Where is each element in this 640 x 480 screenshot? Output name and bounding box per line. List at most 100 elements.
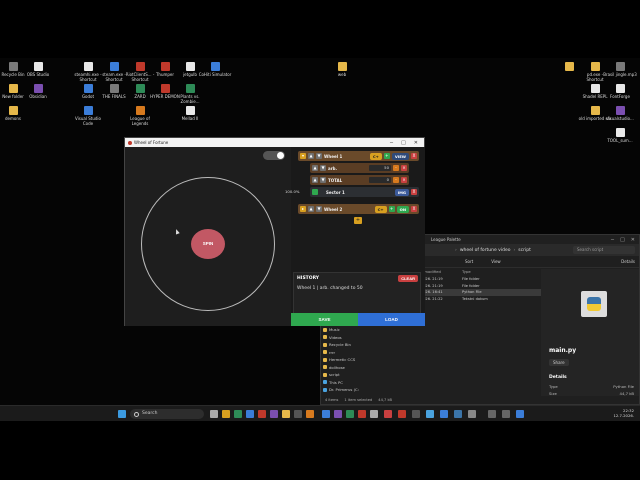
task-view-icon[interactable] — [210, 410, 218, 418]
view-button[interactable]: View — [491, 259, 501, 264]
decrement-button[interactable]: - — [393, 165, 399, 171]
delete-button[interactable]: X — [411, 189, 417, 195]
app-icon[interactable] — [294, 410, 302, 418]
maximize-icon[interactable]: □ — [401, 140, 406, 146]
app-icon[interactable] — [398, 410, 406, 418]
close-icon[interactable]: ✕ — [631, 237, 635, 243]
system-clock[interactable]: 22:32 12.7.2026. — [613, 408, 634, 418]
explorer-tab[interactable]: League Palette — [426, 237, 466, 242]
app-icon[interactable] — [502, 410, 510, 418]
app-icon[interactable] — [358, 410, 366, 418]
chevron-down-icon[interactable]: ▾ — [300, 153, 306, 159]
delete-button[interactable]: × — [401, 165, 407, 171]
on-toggle-button[interactable]: ON — [396, 205, 409, 213]
column-header-type[interactable]: Type — [462, 269, 502, 276]
file-explorer-icon[interactable] — [222, 410, 230, 418]
minimize-icon[interactable]: ─ — [390, 140, 393, 146]
theme-toggle[interactable] — [263, 151, 285, 160]
up-arrow-icon[interactable]: ▲ — [308, 153, 314, 159]
desktop-icon-obsidian[interactable]: Obsidian — [21, 84, 55, 99]
app-icon[interactable] — [258, 410, 266, 418]
xbox-icon[interactable] — [234, 410, 242, 418]
nav-item-drive[interactable]: Dr. Primerus (C: — [323, 386, 367, 394]
down-arrow-icon[interactable]: ▼ — [316, 206, 322, 212]
color-swatch[interactable] — [312, 189, 318, 195]
nav-item-this-pc[interactable]: This PC — [323, 379, 367, 387]
maximize-icon[interactable]: □ — [620, 237, 625, 243]
nav-item[interactable]: dollhose — [323, 364, 367, 372]
desktop-icon-obs[interactable]: OBS Studio — [21, 62, 55, 77]
delete-button[interactable]: X — [411, 153, 417, 159]
nav-item[interactable]: Hermetic CCS — [323, 356, 367, 364]
down-arrow-icon[interactable]: ▼ — [320, 165, 326, 171]
share-button[interactable]: Share — [549, 359, 569, 366]
decrement-button[interactable]: - — [393, 177, 399, 183]
nav-item[interactable]: Videos — [323, 334, 367, 342]
close-icon[interactable]: ✕ — [414, 140, 418, 146]
desktop-icon-demons[interactable]: demons — [0, 106, 30, 121]
desktop-icon-pvz[interactable]: Plants vs. Zombie... — [173, 84, 207, 104]
explorer-search-input[interactable]: Search script — [573, 246, 635, 254]
breadcrumb-item[interactable]: wheel of fortune video — [460, 248, 511, 253]
app-icon[interactable] — [468, 410, 476, 418]
desktop-icon-vscode[interactable]: Visual Studio Code — [71, 106, 105, 126]
app-icon[interactable] — [516, 410, 524, 418]
delete-button[interactable]: × — [401, 177, 407, 183]
details-button[interactable]: Details — [621, 259, 635, 264]
down-arrow-icon[interactable]: ▼ — [316, 153, 322, 159]
arb-value-input[interactable]: 50 — [369, 165, 391, 171]
up-arrow-icon[interactable]: ▲ — [312, 177, 318, 183]
nav-item[interactable]: script — [323, 371, 367, 379]
desktop-icon-mellad[interactable]: Mellad II — [173, 106, 207, 121]
desktop-icon-web[interactable]: web — [325, 62, 359, 77]
multiplier-button[interactable]: C+ — [369, 152, 382, 160]
down-arrow-icon[interactable]: ▼ — [320, 177, 326, 183]
nav-item[interactable]: Music — [323, 326, 367, 334]
multiplier-button[interactable]: C+ — [374, 205, 387, 213]
app-icon[interactable] — [370, 410, 378, 418]
app-icon[interactable] — [440, 410, 448, 418]
desktop-icon-visualstudio[interactable]: visualstudio... — [603, 106, 637, 121]
obsidian-icon[interactable] — [334, 410, 342, 418]
delete-button[interactable]: X — [411, 206, 417, 212]
view-button[interactable]: VIEW — [391, 152, 409, 160]
app-icon[interactable] — [246, 410, 254, 418]
desktop-icon-league[interactable]: League of Legends — [123, 106, 157, 126]
desktop-icon-brasil[interactable]: Brasil jingle.mp3 — [603, 62, 637, 77]
spin-button[interactable]: SPIN — [191, 229, 225, 259]
chrome-icon[interactable] — [426, 410, 434, 418]
add-button[interactable]: + — [388, 206, 395, 212]
breadcrumb-item[interactable]: script — [518, 248, 531, 253]
riot-icon[interactable] — [384, 410, 392, 418]
app-icon[interactable] — [306, 410, 314, 418]
python-icon[interactable] — [454, 410, 462, 418]
nav-item[interactable]: Recycle Bin — [323, 341, 367, 349]
vscode-icon[interactable] — [322, 410, 330, 418]
clear-history-button[interactable]: CLEAR — [398, 275, 418, 282]
app-icon[interactable] — [346, 410, 354, 418]
save-button[interactable]: SAVE — [291, 313, 358, 326]
add-wheel-button[interactable]: + — [354, 217, 362, 224]
tree-row-wheel-2[interactable]: ▸ ▲ ▼ Wheel 2 C+ + ON X — [298, 204, 419, 214]
start-icon[interactable] — [118, 410, 126, 418]
sort-button[interactable]: Sort — [465, 259, 473, 264]
app-icon[interactable] — [412, 410, 420, 418]
minimize-icon[interactable]: ─ — [611, 237, 614, 243]
app-icon[interactable] — [488, 410, 496, 418]
image-button[interactable]: IMG — [394, 188, 409, 196]
chevron-right-icon[interactable]: ▸ — [300, 206, 306, 212]
desktop-icon-cohiti[interactable]: CoHiti Simulator — [198, 62, 232, 77]
folder-icon[interactable] — [282, 410, 290, 418]
app-icon[interactable] — [270, 410, 278, 418]
desktop-icon-fontforge[interactable]: FontForge — [603, 84, 637, 99]
nav-item[interactable]: rrrr — [323, 349, 367, 357]
total-value-input[interactable]: 0 — [369, 177, 391, 183]
desktop-icon-tool[interactable]: TOOL_sum... — [603, 128, 637, 143]
taskbar-search[interactable]: Search — [130, 409, 204, 419]
up-arrow-icon[interactable]: ▲ — [308, 206, 314, 212]
load-button[interactable]: LOAD — [358, 313, 425, 326]
tree-row-wheel-1[interactable]: ▾ ▲ ▼ Wheel 1 C+ + VIEW X — [298, 151, 419, 161]
up-arrow-icon[interactable]: ▲ — [312, 165, 318, 171]
tree-row-sector-1[interactable]: Sector 1 IMG X — [310, 187, 419, 197]
add-button[interactable]: + — [383, 153, 390, 159]
